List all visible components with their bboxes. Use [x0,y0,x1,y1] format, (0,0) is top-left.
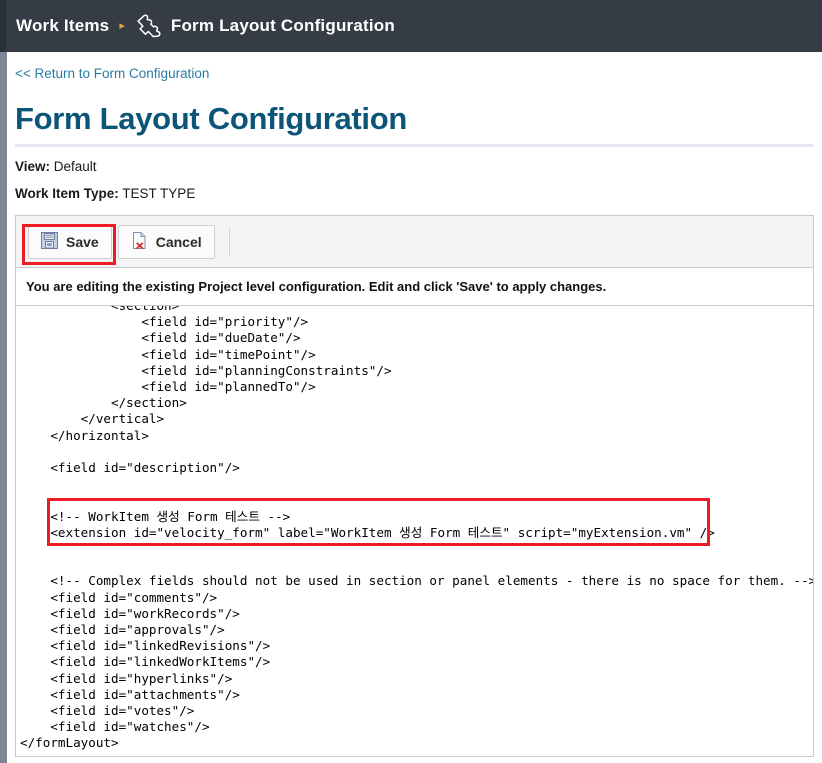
app-header: Work Items ▸ Form Layout Configuration [0,0,822,52]
breadcrumb-separator-icon: ▸ [119,19,125,32]
view-label: View: [15,159,51,174]
header-left-edge [0,0,6,52]
floppy-disk-icon [41,231,58,252]
document-delete-icon [131,231,148,252]
xml-editor-content[interactable]: <section> <field id="priority"/> <field … [16,306,813,752]
save-button[interactable]: Save [28,224,112,259]
page-body: << Return to Form Configuration Form Lay… [7,52,822,763]
puzzle-piece-icon [134,13,162,39]
editor-toolbar: Save Cancel [16,216,813,268]
view-value: Default [53,159,97,174]
breadcrumb-work-items[interactable]: Work Items [16,16,109,36]
left-rail [0,52,7,763]
work-item-type-label: Work Item Type: [15,186,119,201]
breadcrumb-current-page: Form Layout Configuration [170,16,395,35]
save-button-label: Save [66,233,99,250]
work-item-type-meta: Work Item Type: TEST TYPE [15,186,822,201]
return-to-form-configuration-link[interactable]: << Return to Form Configuration [15,66,209,81]
title-divider [15,144,814,147]
toolbar-separator [228,226,230,257]
editing-notice: You are editing the existing Project lev… [16,268,813,306]
page-title: Form Layout Configuration [15,101,408,136]
cancel-button-label: Cancel [155,233,202,250]
configuration-panel: Save Cancel You are editing the existing… [15,215,814,757]
view-meta: View: Default [15,159,822,174]
xml-editor[interactable]: <section> <field id="priority"/> <field … [16,306,813,756]
cancel-button[interactable]: Cancel [117,224,215,259]
work-item-type-value: TEST TYPE [122,186,196,201]
